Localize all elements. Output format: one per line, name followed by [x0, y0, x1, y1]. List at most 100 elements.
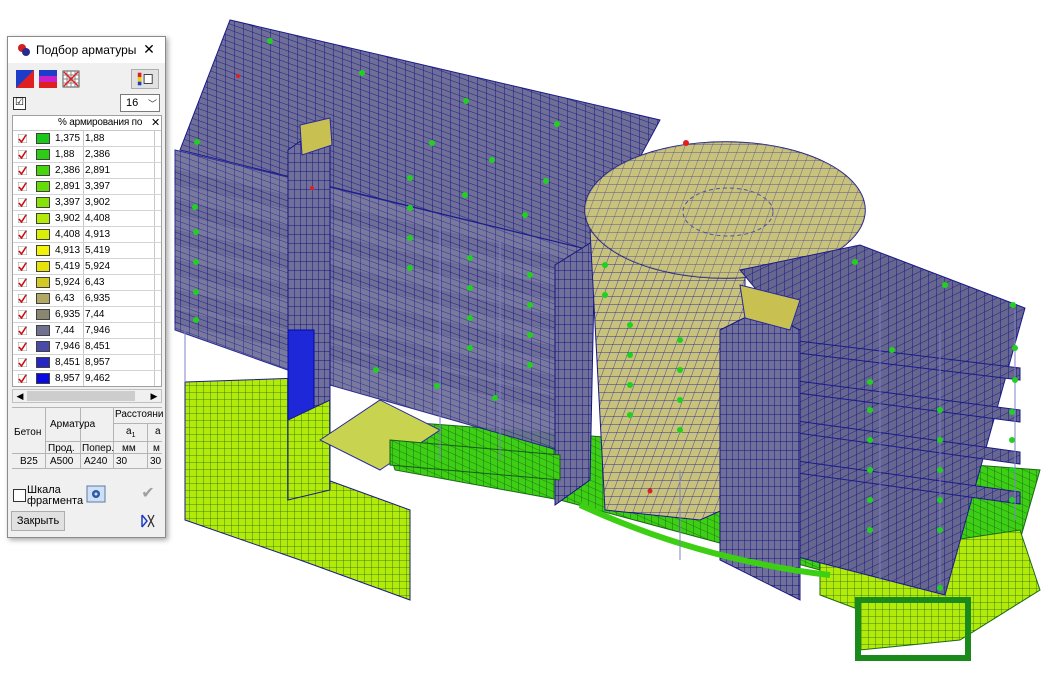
scale-row[interactable]: 4,913 5,419	[13, 243, 161, 259]
transverse-header: Попер.	[82, 443, 115, 454]
range-to: 3,397	[85, 181, 111, 192]
mesh-pattern-icon[interactable]	[61, 69, 81, 89]
settings-icon[interactable]	[86, 485, 106, 503]
grid-header: % армирования по ✕	[13, 116, 161, 131]
scale-row[interactable]: 7,946 8,451	[13, 339, 161, 355]
transverse-rebar-value[interactable]: A240	[84, 456, 107, 467]
color-swatch[interactable]	[36, 357, 50, 368]
scroll-right-icon[interactable]: ▶	[147, 390, 161, 402]
fragment-scale-label-2: фрагмента	[27, 495, 84, 507]
range-to: 6,935	[85, 293, 111, 304]
color-swatch[interactable]	[36, 245, 50, 256]
check-mark-icon[interactable]	[18, 374, 27, 383]
color-swatch[interactable]	[36, 197, 50, 208]
apply-icon[interactable]: ✔	[138, 485, 158, 503]
range-from: 1,375	[55, 133, 81, 144]
check-mark-icon[interactable]	[18, 278, 27, 287]
range-from: 3,902	[55, 213, 81, 224]
color-swatch[interactable]	[36, 293, 50, 304]
scroll-thumb[interactable]	[27, 391, 135, 401]
range-to: 5,924	[85, 261, 111, 272]
color-scale-grid[interactable]: % армирования по ✕ 1,375 1,88 1,88 2,386 2,3…	[12, 115, 162, 387]
color-swatch[interactable]	[36, 149, 50, 160]
material-table[interactable]: Бетон Арматура Расстояни a1 a Прод. Попе…	[12, 407, 163, 469]
range-to: 7,44	[85, 309, 105, 320]
a2-value[interactable]: 30	[150, 456, 161, 467]
scale-row[interactable]: 7,44 7,946	[13, 323, 161, 339]
range-to: 7,946	[85, 325, 111, 336]
check-mark-icon[interactable]	[18, 326, 27, 335]
range-to: 8,957	[85, 357, 111, 368]
color-swatch[interactable]	[36, 277, 50, 288]
close-icon[interactable]: ✕	[137, 39, 161, 59]
concrete-class-value[interactable]: B25	[20, 456, 38, 467]
check-mark-icon[interactable]	[18, 198, 27, 207]
scale-row[interactable]: 8,451 8,957	[13, 355, 161, 371]
check-mark-icon[interactable]	[18, 230, 27, 239]
scale-row[interactable]: 6,935 7,44	[13, 307, 161, 323]
scale-row[interactable]: 3,902 4,408	[13, 211, 161, 227]
range-from: 2,891	[55, 181, 81, 192]
range-from: 7,44	[55, 325, 75, 336]
left-core-highlight	[287, 329, 315, 421]
scale-row[interactable]: 6,43 6,935	[13, 291, 161, 307]
range-from: 8,451	[55, 357, 81, 368]
scale-row[interactable]: 5,419 5,924	[13, 259, 161, 275]
check-mark-icon[interactable]	[18, 182, 27, 191]
check-mark-icon[interactable]	[18, 262, 27, 271]
color-swatch[interactable]	[36, 229, 50, 240]
check-mark-icon[interactable]	[18, 294, 27, 303]
scale-row[interactable]: 1,88 2,386	[13, 147, 161, 163]
dialog-titlebar[interactable]: Подбор арматуры ✕	[8, 37, 165, 63]
range-from: 5,419	[55, 261, 81, 272]
scale-row[interactable]: 8,957 9,462	[13, 371, 161, 386]
scale-row[interactable]: 5,924 6,43	[13, 275, 161, 291]
scale-row[interactable]: 2,386 2,891	[13, 163, 161, 179]
color-scale-stripes-icon[interactable]	[38, 69, 58, 89]
rebar-selection-dialog[interactable]: Подбор арматуры ✕ ☑ 16 ﹀ % армирования п…	[7, 36, 166, 538]
check-mark-icon[interactable]	[18, 214, 27, 223]
scale-row[interactable]: 4,408 4,913	[13, 227, 161, 243]
color-swatch[interactable]	[36, 213, 50, 224]
color-swatch[interactable]	[36, 373, 50, 384]
range-to: 9,462	[85, 373, 111, 384]
concrete-header: Бетон	[14, 427, 42, 438]
horizontal-scrollbar[interactable]: ◀ ▶	[12, 389, 162, 403]
scale-checkbox[interactable]: ☑	[13, 97, 26, 110]
color-swatch[interactable]	[36, 325, 50, 336]
unit-a1: мм	[122, 443, 136, 454]
close-button[interactable]: Закрыть	[11, 511, 65, 531]
check-mark-icon[interactable]	[18, 342, 27, 351]
color-swatch[interactable]	[36, 261, 50, 272]
color-swatch[interactable]	[36, 341, 50, 352]
check-mark-icon[interactable]	[18, 134, 27, 143]
range-from: 4,913	[55, 245, 81, 256]
check-mark-icon[interactable]	[18, 166, 27, 175]
range-to: 6,43	[85, 277, 105, 288]
scale-count-select[interactable]: 16 ﹀	[120, 94, 160, 112]
scale-settings-icon[interactable]	[131, 69, 159, 89]
color-swatch[interactable]	[36, 133, 50, 144]
color-swatch[interactable]	[36, 165, 50, 176]
a1-value[interactable]: 30	[116, 456, 127, 467]
dialog-title: Подбор арматуры	[36, 43, 137, 57]
check-mark-icon[interactable]	[18, 358, 27, 367]
scale-row[interactable]: 1,375 1,88	[13, 131, 161, 147]
range-to: 8,451	[85, 341, 111, 352]
color-scale-red-blue-icon[interactable]	[15, 69, 35, 89]
scale-row[interactable]: 2,891 3,397	[13, 179, 161, 195]
grid-header-close-icon[interactable]: ✕	[151, 116, 160, 129]
scroll-left-icon[interactable]: ◀	[13, 390, 27, 402]
filter-icon[interactable]	[136, 511, 158, 531]
check-mark-icon[interactable]	[18, 246, 27, 255]
longitudinal-rebar-value[interactable]: A500	[50, 456, 73, 467]
range-from: 3,397	[55, 197, 81, 208]
range-from: 6,935	[55, 309, 81, 320]
color-swatch[interactable]	[36, 309, 50, 320]
scale-row[interactable]: 3,397 3,902	[13, 195, 161, 211]
check-mark-icon[interactable]	[18, 150, 27, 159]
rebar-header: Арматура	[50, 419, 96, 430]
color-swatch[interactable]	[36, 181, 50, 192]
fragment-scale-checkbox[interactable]	[13, 489, 26, 502]
check-mark-icon[interactable]	[18, 310, 27, 319]
